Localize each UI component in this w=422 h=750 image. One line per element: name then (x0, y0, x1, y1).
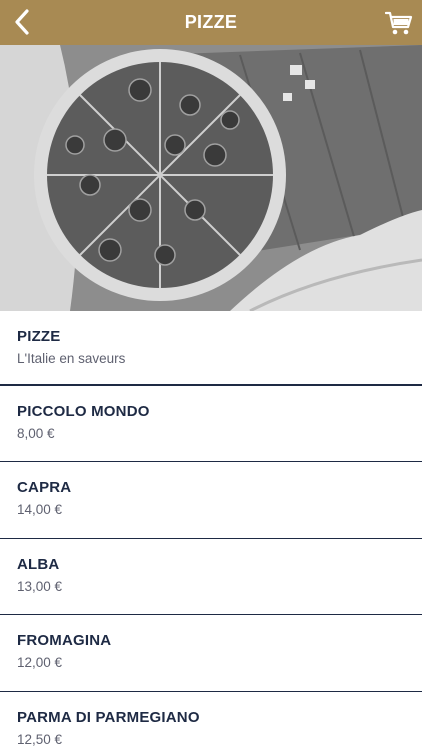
menu-item-name: PARMA DI PARMEGIANO (17, 708, 200, 726)
menu-item-price: 12,00 € (17, 655, 63, 671)
cart-button[interactable] (382, 6, 416, 40)
chevron-left-icon (15, 9, 29, 35)
back-button[interactable] (4, 4, 40, 40)
menu-list: PICCOLO MONDO 8,00 € CAPRA 14,00 € ALBA … (0, 386, 422, 750)
menu-item-price: 14,00 € (17, 502, 63, 518)
top-navigation-bar: PIZZE (0, 0, 422, 45)
menu-item-price: 12,50 € (17, 731, 63, 747)
menu-item[interactable]: CAPRA 14,00 € (0, 462, 422, 539)
pizza-hero-image (0, 45, 422, 311)
menu-item[interactable]: ALBA 13,00 € (0, 539, 422, 616)
category-header: PIZZE L'Italie en saveurs (0, 311, 422, 386)
menu-item-name: CAPRA (17, 479, 72, 497)
category-subtitle: L'Italie en saveurs (17, 351, 126, 366)
menu-item-name: ALBA (17, 555, 60, 573)
page-title: PIZZE (184, 12, 238, 32)
menu-item-price: 8,00 € (17, 426, 55, 441)
menu-item[interactable]: PICCOLO MONDO 8,00 € (0, 386, 422, 463)
category-title: PIZZE (17, 328, 61, 345)
cart-icon (385, 11, 413, 35)
menu-item-price: 13,00 € (17, 578, 63, 594)
menu-item-name: FROMAGINA (17, 632, 112, 650)
menu-item-name: PICCOLO MONDO (17, 403, 150, 420)
menu-item[interactable]: FROMAGINA 12,00 € (0, 615, 422, 692)
menu-item[interactable]: PARMA DI PARMEGIANO 12,50 € (0, 692, 422, 750)
